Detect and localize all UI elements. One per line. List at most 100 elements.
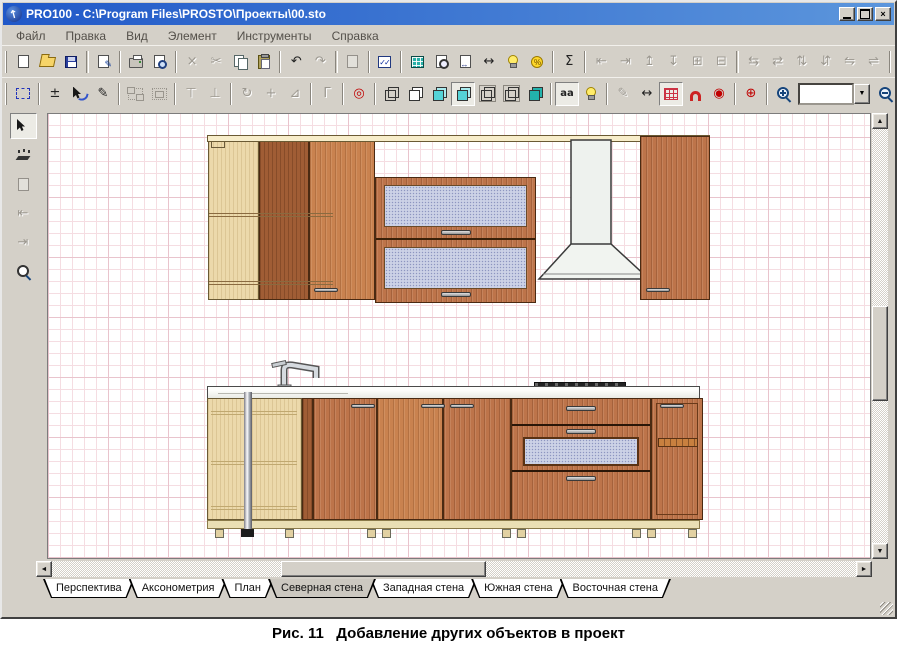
- undo-button[interactable]: ↶: [284, 50, 308, 74]
- object-dimensions-button[interactable]: [453, 50, 477, 74]
- pointer-tool-button[interactable]: [9, 113, 37, 139]
- menu-tools[interactable]: Инструменты: [227, 28, 322, 44]
- wall-cabinet-right[interactable]: [640, 136, 710, 300]
- scroll-left-button[interactable]: ◄: [36, 561, 52, 577]
- menu-edit[interactable]: Правка: [56, 28, 117, 44]
- copy-button[interactable]: [228, 50, 252, 74]
- title-bar[interactable]: ↑ PRO100 - C:\Program Files\PROSTO\Проек…: [3, 3, 894, 25]
- menu-help[interactable]: Справка: [322, 28, 389, 44]
- scroll-up-button[interactable]: ▲: [872, 113, 888, 129]
- fit-height-button: ⇌: [862, 50, 886, 74]
- cooker-hood[interactable]: [535, 138, 653, 282]
- save-button[interactable]: [59, 50, 83, 74]
- wall-cabinet-door-2[interactable]: [309, 136, 375, 300]
- tab-plan[interactable]: План: [221, 579, 274, 598]
- view-solid-button[interactable]: [523, 82, 547, 106]
- horizontal-scrollbar[interactable]: ◄ ►: [36, 561, 872, 577]
- draw-button[interactable]: ✎: [91, 82, 115, 106]
- tab-south-wall[interactable]: Южная стена: [471, 579, 565, 598]
- scroll-down-button[interactable]: ▼: [872, 543, 888, 559]
- snap-magnet-button[interactable]: [683, 82, 707, 106]
- hint-lamp-button[interactable]: [501, 50, 525, 74]
- show-grid-button[interactable]: [659, 81, 683, 106]
- edit-document-icon: [98, 55, 112, 70]
- zoom-in-button[interactable]: [771, 82, 795, 106]
- vertical-scrollbar[interactable]: ▲ ▼: [872, 113, 888, 559]
- tab-east-wall[interactable]: Восточная стена: [560, 579, 671, 598]
- measure-button[interactable]: ↔: [477, 50, 501, 74]
- open-button[interactable]: [35, 50, 59, 74]
- report-button[interactable]: [405, 50, 429, 74]
- edit-document-button[interactable]: [92, 50, 116, 74]
- zoom-level-combo[interactable]: ▼: [798, 82, 870, 105]
- view-white-button[interactable]: [403, 82, 427, 106]
- combo-dropdown-button[interactable]: ▼: [854, 83, 870, 104]
- view-hidden-lines-button[interactable]: [499, 82, 523, 106]
- oven-drawer-unit[interactable]: [511, 398, 651, 520]
- tab-north-wall[interactable]: Северная стена: [268, 579, 376, 598]
- wall-glass-cabinet[interactable]: [375, 177, 536, 303]
- print-button[interactable]: [124, 50, 148, 74]
- view-color-button[interactable]: [427, 82, 451, 106]
- wall-cabinet-open-left[interactable]: [208, 136, 259, 300]
- zoom-out-button[interactable]: [873, 82, 897, 106]
- door-handle: [351, 404, 375, 408]
- toolbar-separator: [374, 82, 376, 105]
- wall-cabinet-door-1[interactable]: [259, 136, 309, 300]
- element-check-button[interactable]: [373, 50, 397, 74]
- menu-element[interactable]: Элемент: [158, 28, 227, 44]
- base-door-2[interactable]: [377, 398, 443, 520]
- new-button[interactable]: [11, 50, 35, 74]
- print-preview-button[interactable]: [148, 50, 172, 74]
- selection-frame-button[interactable]: [11, 82, 35, 106]
- toolbar-handle[interactable]: [5, 82, 7, 105]
- draw-icon: ✎: [97, 86, 109, 101]
- towel-rail[interactable]: [658, 438, 698, 447]
- resize-grip[interactable]: [880, 602, 893, 615]
- ungroup-button: [147, 82, 171, 106]
- element-insert-tool-button[interactable]: [10, 142, 37, 168]
- menu-file[interactable]: Файл: [6, 28, 56, 44]
- minimize-button[interactable]: [839, 7, 855, 21]
- zoom-tool-button[interactable]: [10, 258, 37, 284]
- crosshair-button[interactable]: ⊕: [739, 82, 763, 106]
- cut-button: ✂: [204, 50, 228, 74]
- view-outline-button[interactable]: [475, 82, 499, 106]
- scroll-right-button[interactable]: ►: [856, 561, 872, 577]
- maximize-button[interactable]: [857, 7, 873, 21]
- view-textures-button[interactable]: [451, 81, 475, 106]
- tab-perspective[interactable]: Перспектива: [43, 579, 135, 598]
- close-button[interactable]: ×: [875, 7, 891, 21]
- chrome-support-pole[interactable]: [244, 392, 252, 531]
- pointer-select-button[interactable]: [67, 82, 91, 106]
- base-filler-panel[interactable]: [302, 398, 313, 520]
- base-door-3[interactable]: [443, 398, 511, 520]
- snap-center-button[interactable]: ◉: [707, 82, 731, 106]
- horizontal-scroll-track[interactable]: [52, 561, 856, 577]
- view-wireframe-button[interactable]: [379, 82, 403, 106]
- tab-axonometry[interactable]: Аксонометрия: [129, 579, 228, 598]
- paste-button[interactable]: [252, 50, 276, 74]
- vertical-scroll-thumb[interactable]: [872, 306, 888, 401]
- summary-button[interactable]: Σ: [557, 50, 581, 74]
- lighting-button[interactable]: [579, 82, 603, 106]
- vertical-scroll-track[interactable]: [872, 129, 888, 543]
- find-element-button[interactable]: [429, 50, 453, 74]
- show-dimensions-button[interactable]: ↔: [635, 82, 659, 106]
- tab-label: Западная стена: [382, 582, 465, 594]
- horizontal-scroll-thumb[interactable]: [281, 561, 486, 577]
- cabinet-leg: [285, 529, 294, 538]
- base-cabinet-right[interactable]: [651, 398, 703, 520]
- center-view-button[interactable]: ◎: [347, 82, 371, 106]
- base-door-1[interactable]: [313, 398, 377, 520]
- resize-button[interactable]: ±: [43, 82, 67, 106]
- drawing-canvas[interactable]: [47, 113, 871, 559]
- zoom-level-input[interactable]: [798, 82, 854, 105]
- base-cabinet-open-left[interactable]: [207, 398, 302, 520]
- plinth-strip[interactable]: [207, 520, 700, 529]
- tab-west-wall[interactable]: Западная стена: [370, 579, 477, 598]
- price-calc-button[interactable]: [525, 50, 549, 74]
- toolbar-handle[interactable]: [5, 50, 8, 73]
- antialias-button[interactable]: aa: [555, 81, 579, 106]
- menu-view[interactable]: Вид: [116, 28, 158, 44]
